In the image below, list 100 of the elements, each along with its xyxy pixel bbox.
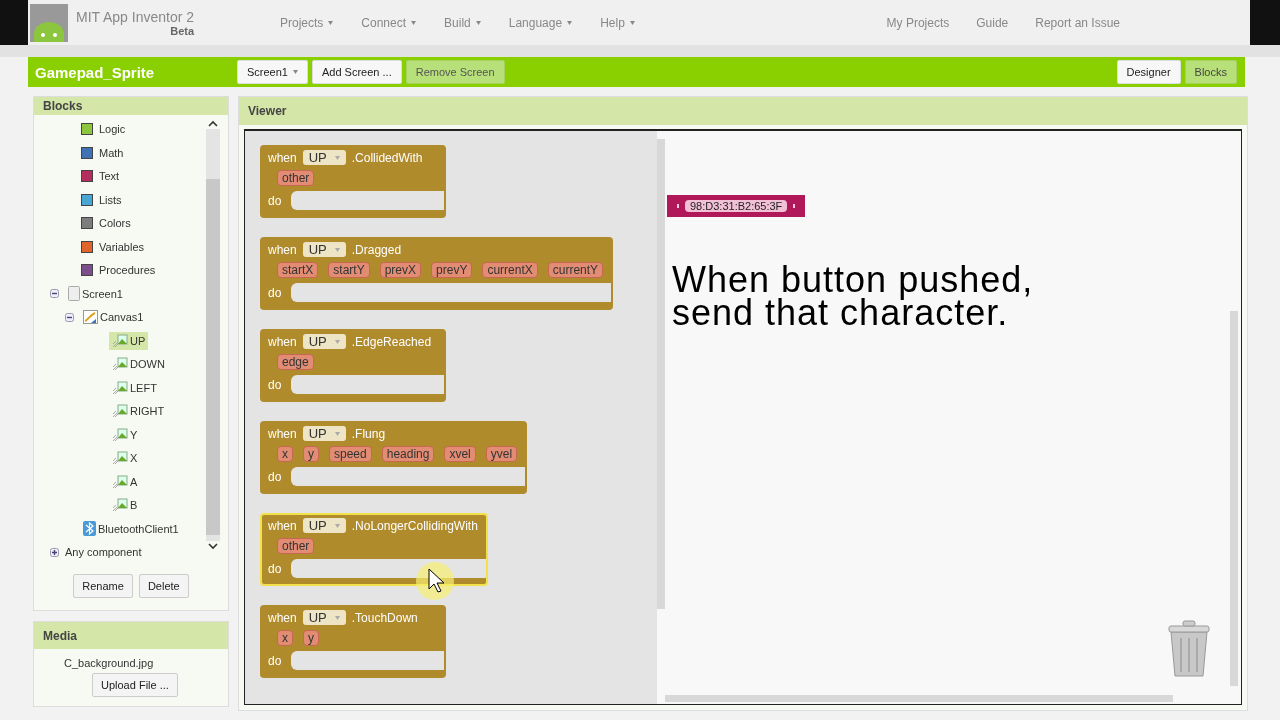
component-dropdown[interactable]: UP	[302, 334, 346, 349]
collapse-icon[interactable]	[65, 312, 74, 322]
parameter-chip[interactable]: edge	[277, 354, 314, 370]
toolbar-button[interactable]: Add Screen ...	[312, 60, 402, 84]
parameter-chip[interactable]: prevX	[379, 262, 422, 278]
bluetooth-icon	[83, 521, 96, 537]
statement-slot[interactable]	[291, 467, 526, 486]
tree-item[interactable]: X	[109, 449, 141, 468]
event-block[interactable]: when UP .NoLongerCollidingWith other do	[260, 513, 488, 586]
parameter-chip[interactable]: currentY	[547, 262, 604, 278]
phone-icon	[68, 286, 80, 302]
parameter-chip[interactable]: xvel	[444, 446, 476, 462]
component-dropdown[interactable]: UP	[302, 150, 346, 165]
quote-mark-icon	[793, 204, 796, 208]
parameter-chip[interactable]: prevY	[431, 262, 473, 278]
caret-icon	[334, 155, 340, 160]
text-value[interactable]: 98:D3:31:B2:65:3F	[685, 200, 788, 212]
collapse-icon[interactable]	[50, 289, 59, 299]
parameter-chip[interactable]: other	[277, 170, 315, 186]
block-keyword: when	[268, 150, 297, 165]
caret-icon	[293, 70, 298, 74]
tree-item[interactable]: Variables	[99, 240, 145, 253]
tree-item[interactable]: LEFT	[109, 378, 160, 397]
android-logo-icon	[30, 3, 68, 42]
tree-item[interactable]: A	[109, 472, 141, 491]
caption-text: When button pushed, send that character.	[672, 263, 1034, 329]
sprite-icon	[112, 333, 128, 348]
panel-title: Blocks	[34, 97, 228, 115]
parameter-chip[interactable]: other	[277, 538, 315, 554]
tree-item[interactable]: UP	[109, 331, 149, 350]
upload-button[interactable]: Upload File ...	[92, 673, 178, 697]
event-block[interactable]: when UP .EdgeReached edge do	[260, 329, 446, 402]
caret-icon	[334, 523, 340, 528]
panel-button[interactable]: Rename	[73, 574, 133, 598]
caret-icon	[629, 20, 635, 25]
scrollbar[interactable]	[1230, 311, 1238, 686]
tree-item[interactable]: Canvas1	[80, 308, 147, 327]
statement-slot[interactable]	[291, 283, 612, 302]
sprite-icon	[112, 427, 128, 442]
panel-button[interactable]: Delete	[138, 574, 189, 598]
scrollbar[interactable]	[657, 139, 665, 609]
statement-slot[interactable]	[291, 375, 444, 394]
parameter-chip[interactable]: x	[277, 630, 293, 646]
tree-item[interactable]: Lists	[99, 193, 122, 206]
event-name: .Flung	[351, 426, 386, 441]
component-dropdown[interactable]: UP	[302, 242, 346, 257]
sprite-icon	[112, 498, 128, 513]
parameter-chip[interactable]: x	[277, 446, 293, 462]
parameter-chip[interactable]: startX	[277, 262, 319, 278]
sprite-icon	[112, 451, 128, 466]
event-name: .EdgeReached	[351, 334, 432, 349]
scroll-down-icon[interactable]	[208, 540, 218, 551]
statement-slot[interactable]	[291, 191, 444, 210]
trash-can-icon[interactable]	[1167, 620, 1211, 678]
panel-title: Viewer	[239, 97, 1247, 125]
mode-tab[interactable]: Designer	[1116, 60, 1181, 84]
tree-item[interactable]: Screen1	[65, 284, 126, 304]
event-name: .Dragged	[351, 242, 402, 257]
blocks-workspace[interactable]	[244, 129, 1242, 705]
parameter-chip[interactable]: speed	[329, 446, 372, 462]
tree-item[interactable]: Procedures	[99, 264, 156, 277]
statement-slot[interactable]	[291, 651, 444, 670]
parameter-chip[interactable]: heading	[381, 446, 435, 462]
event-name: .NoLongerCollidingWith	[351, 518, 478, 533]
parameter-chip[interactable]: yvel	[485, 446, 518, 462]
tree-item[interactable]: RIGHT	[109, 402, 168, 421]
event-block[interactable]: when UP .Dragged startX startY prevX prevY currentX currentY do	[260, 237, 614, 310]
parameter-chip[interactable]: startY	[328, 262, 370, 278]
sprite-icon	[112, 474, 128, 489]
parameter-chip[interactable]: currentX	[482, 262, 538, 278]
tree-item[interactable]: Logic	[99, 123, 126, 136]
expand-icon[interactable]	[50, 547, 59, 557]
component-dropdown[interactable]: UP	[302, 426, 346, 441]
block-keyword: when	[268, 334, 297, 349]
mouse-pointer-icon	[415, 561, 455, 601]
parameter-chip[interactable]: y	[303, 446, 319, 462]
mode-tab[interactable]: Blocks	[1184, 60, 1237, 84]
text-block[interactable]: 98:D3:31:B2:65:3F	[667, 195, 806, 217]
tree-item[interactable]: Math	[99, 146, 124, 159]
caret-icon	[328, 20, 334, 25]
tree-item[interactable]: Y	[109, 425, 141, 444]
tree-item[interactable]: Text	[99, 170, 120, 183]
event-block[interactable]: when UP .CollidedWith other do	[260, 145, 446, 218]
scroll-up-icon[interactable]	[208, 118, 218, 129]
block-keyword: when	[268, 610, 297, 625]
tree-item[interactable]: Colors	[99, 217, 131, 230]
component-dropdown[interactable]: UP	[302, 610, 346, 625]
event-block[interactable]: when UP .TouchDown x y do	[260, 605, 446, 678]
tree-item[interactable]: Any component	[65, 546, 142, 559]
parameter-chip[interactable]: y	[303, 630, 319, 646]
tree-item[interactable]: BluetoothClient1	[80, 519, 182, 539]
scrollbar[interactable]	[665, 695, 1173, 702]
component-dropdown[interactable]: UP	[302, 518, 346, 533]
tree-item[interactable]: B	[109, 496, 141, 515]
tree-item[interactable]: DOWN	[109, 355, 168, 374]
event-block[interactable]: when UP .Flung x y speed heading xvel yvel do	[260, 421, 528, 494]
block-keyword: do	[268, 653, 282, 668]
screen-dropdown[interactable]: Screen1	[237, 60, 308, 84]
block-keyword: do	[268, 193, 282, 208]
scrollbar[interactable]	[206, 118, 220, 551]
